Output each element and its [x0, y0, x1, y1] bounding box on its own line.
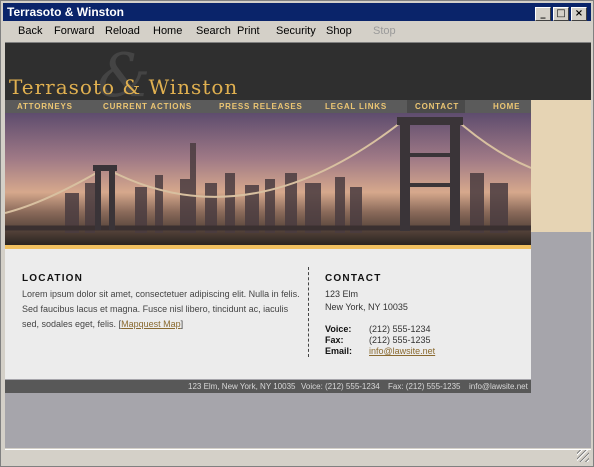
- email-link[interactable]: info@lawsite.net: [369, 346, 435, 356]
- bridge-hero-image: [5, 113, 531, 245]
- footer-voice: Voice: (212) 555-1234: [301, 382, 380, 391]
- nav-press-releases[interactable]: PRESS RELEASES: [219, 102, 303, 111]
- footer-address: 123 Elm, New York, NY 10035: [188, 382, 296, 391]
- page-viewport[interactable]: & Terrasoto & Winston ATTORNEYS CURRENT …: [5, 42, 591, 448]
- footer-fax: Fax: (212) 555-1235: [388, 382, 461, 391]
- site-header: & Terrasoto & Winston: [5, 43, 591, 111]
- email-label: Email:: [325, 346, 353, 356]
- security-button[interactable]: Security: [276, 25, 316, 37]
- voice-label: Voice:: [325, 324, 352, 334]
- status-bar: [5, 449, 591, 464]
- nav-attorneys[interactable]: ATTORNEYS: [17, 102, 73, 111]
- maximize-button[interactable]: □: [553, 7, 569, 21]
- shop-button[interactable]: Shop: [326, 25, 352, 37]
- contact-street: 123 Elm: [325, 289, 359, 299]
- link-bracket-close: ]: [180, 319, 184, 329]
- site-footer: 123 Elm, New York, NY 10035 Voice: (212)…: [5, 380, 531, 393]
- title-bar: Terrasoto & Winston _ □ ×: [3, 3, 591, 21]
- nav-legal-links[interactable]: LEGAL LINKS: [325, 102, 387, 111]
- back-button[interactable]: Back: [18, 25, 42, 37]
- close-button[interactable]: ×: [571, 7, 587, 21]
- nav-current-actions[interactable]: CURRENT ACTIONS: [103, 102, 192, 111]
- resize-grip-icon[interactable]: [577, 450, 589, 462]
- column-divider: [308, 267, 309, 357]
- side-band: [531, 100, 591, 232]
- site-nav: ATTORNEYS CURRENT ACTIONS PRESS RELEASES…: [5, 100, 531, 113]
- contact-city: New York, NY 10035: [325, 302, 408, 312]
- location-heading: LOCATION: [22, 273, 84, 284]
- site-logo[interactable]: Terrasoto & Winston: [9, 75, 238, 99]
- browser-toolbar: Back Forward Reload Home Search Print Se…: [5, 22, 591, 42]
- footer-email[interactable]: info@lawsite.net: [469, 382, 528, 391]
- mapquest-map-link[interactable]: Mapquest Map: [121, 319, 181, 329]
- browser-window: Terrasoto & Winston _ □ × Back Forward R…: [0, 0, 594, 467]
- bridge-illustration: [5, 117, 531, 233]
- search-button[interactable]: Search: [196, 25, 231, 37]
- nav-home[interactable]: HOME: [493, 102, 520, 111]
- voice-number: (212) 555-1234: [369, 324, 431, 334]
- print-button[interactable]: Print: [237, 25, 260, 37]
- fax-number: (212) 555-1235: [369, 335, 431, 345]
- home-button[interactable]: Home: [153, 25, 182, 37]
- fax-label: Fax:: [325, 335, 344, 345]
- nav-contact[interactable]: CONTACT: [415, 102, 459, 111]
- forward-button[interactable]: Forward: [54, 25, 94, 37]
- contact-heading: CONTACT: [325, 273, 382, 284]
- window-title: Terrasoto & Winston: [7, 5, 125, 19]
- stop-button: Stop: [373, 25, 396, 37]
- minimize-button[interactable]: _: [535, 7, 551, 21]
- location-text: Lorem ipsum dolor sit amet, consectetuer…: [22, 287, 302, 332]
- reload-button[interactable]: Reload: [105, 25, 140, 37]
